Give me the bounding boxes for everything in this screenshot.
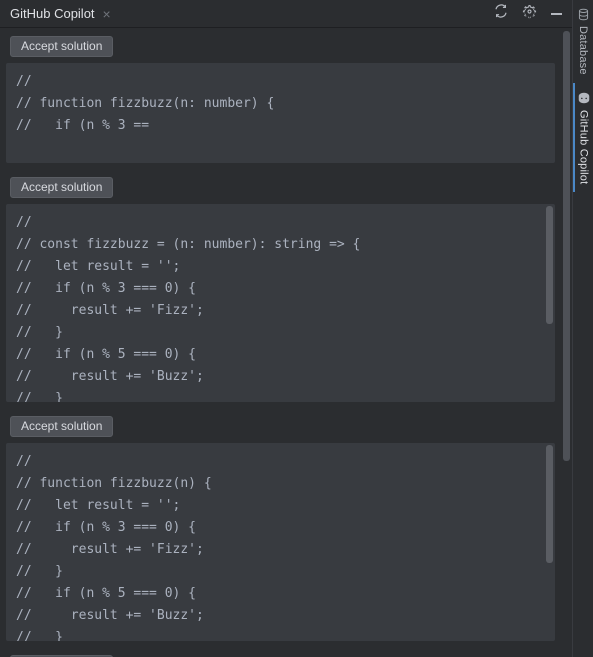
code-block[interactable]: // // function fizzbuzz(n) { // let resu…	[6, 443, 555, 641]
accept-solution-button[interactable]: Accept solution	[10, 36, 113, 57]
panel-title: GitHub Copilot	[10, 6, 95, 21]
accept-solution-button[interactable]: Accept solution	[10, 177, 113, 198]
minimize-icon[interactable]	[551, 13, 562, 15]
main-panel: GitHub Copilot × Accept solution // // fu…	[0, 0, 572, 657]
scrollbar-thumb[interactable]	[546, 445, 553, 563]
rail-label: Database	[577, 26, 589, 75]
solution: Accept solution	[6, 651, 555, 657]
solution: Accept solution // // function fizzbuzz(n…	[6, 32, 555, 163]
tool-rail: Database GitHub Copilot	[572, 0, 593, 657]
close-icon[interactable]: ×	[103, 7, 111, 21]
scrollbar-thumb[interactable]	[546, 206, 553, 324]
refresh-icon[interactable]	[494, 4, 508, 23]
scrollbar[interactable]	[561, 28, 572, 657]
rail-item-database[interactable]: Database	[573, 0, 593, 83]
solution: Accept solution // // const fizzbuzz = (n…	[6, 173, 555, 402]
code-block[interactable]: // // function fizzbuzz(n: number) { // …	[6, 63, 555, 163]
rail-label: GitHub Copilot	[578, 110, 590, 184]
accept-solution-button[interactable]: Accept solution	[10, 416, 113, 437]
database-icon	[577, 8, 590, 21]
copilot-icon	[577, 91, 591, 105]
panel-tab[interactable]: GitHub Copilot ×	[10, 6, 111, 21]
code-block[interactable]: // // const fizzbuzz = (n: number): stri…	[6, 204, 555, 402]
solution: Accept solution // // function fizzbuzz(n…	[6, 412, 555, 641]
titlebar-actions	[494, 4, 566, 24]
titlebar: GitHub Copilot ×	[0, 0, 572, 28]
scrollbar-thumb[interactable]	[563, 31, 570, 461]
solutions-list: Accept solution // // function fizzbuzz(n…	[0, 28, 561, 657]
rail-item-copilot[interactable]: GitHub Copilot	[573, 83, 593, 192]
gear-icon[interactable]	[522, 4, 537, 24]
